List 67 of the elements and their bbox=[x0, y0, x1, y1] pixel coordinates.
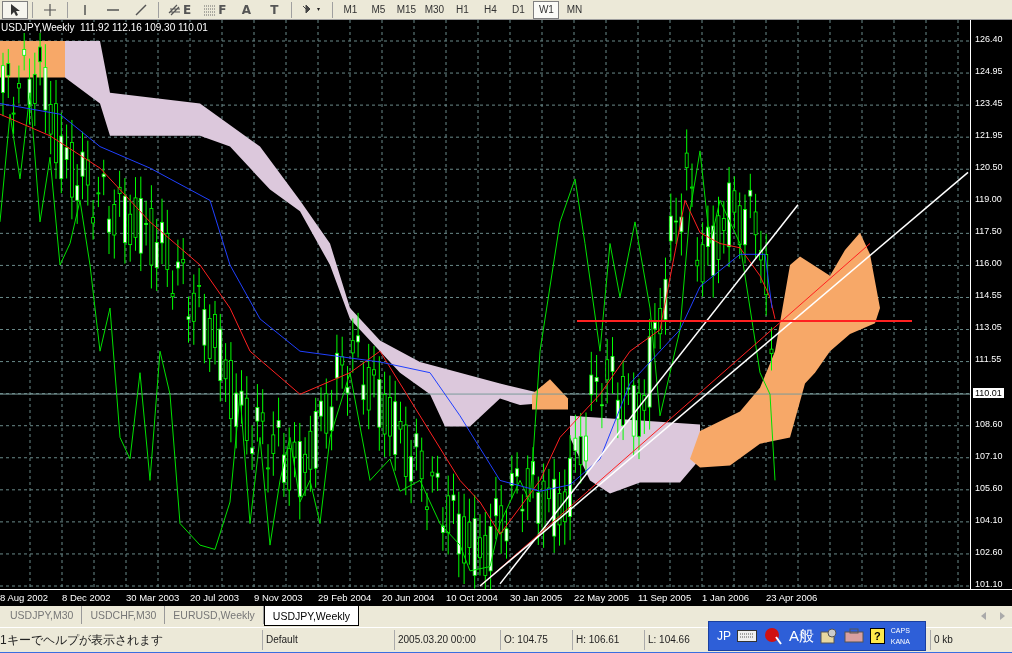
fibonacci-lines-icon bbox=[203, 2, 218, 17]
language-button[interactable]: JP bbox=[717, 629, 731, 643]
fibo-tool-button[interactable]: F bbox=[198, 0, 232, 19]
date-axis-label: 20 Jun 2004 bbox=[382, 591, 436, 605]
input-mode-button[interactable]: A般 bbox=[789, 626, 815, 646]
chart-tab[interactable]: USDCHF,M30 bbox=[82, 606, 166, 624]
current-price-label: 110.01 bbox=[973, 388, 1004, 398]
channel-icon bbox=[168, 2, 182, 17]
cursor-arrow-icon bbox=[8, 2, 22, 17]
timeframe-button[interactable]: D1 bbox=[505, 0, 532, 19]
date-axis-label: 8 Aug 2002 bbox=[0, 591, 50, 605]
help-button[interactable]: ? bbox=[870, 628, 885, 644]
timeframe-button[interactable]: MN bbox=[561, 0, 588, 19]
chart-tab[interactable]: USDJPY,M30 bbox=[2, 606, 83, 624]
cursor-tool-button[interactable] bbox=[2, 0, 28, 19]
horizontal-line-icon bbox=[106, 8, 120, 11]
keyboard-icon bbox=[737, 630, 757, 642]
date-axis-label: 20 Jul 2003 bbox=[190, 591, 241, 605]
price-axis-label: 119.00 bbox=[975, 194, 1003, 205]
price-axis-label: 107.10 bbox=[975, 450, 1004, 461]
timeframe-button[interactable]: W1 bbox=[533, 0, 560, 19]
price-axis-label: 126.40 bbox=[975, 34, 1004, 44]
help-hint-text: 1キーでヘルプが表示されます bbox=[0, 631, 164, 649]
price-axis-label: 123.45 bbox=[975, 98, 1004, 109]
price-axis-label: 102.60 bbox=[975, 546, 1004, 557]
timeframe-button[interactable]: M15 bbox=[393, 0, 420, 19]
trend-line-icon bbox=[134, 2, 148, 17]
chart-tab[interactable]: USDJPY,Weekly bbox=[263, 606, 360, 626]
price-axis-label: 113.05 bbox=[975, 322, 1003, 333]
date-axis-label: 9 Nov 2003 bbox=[254, 591, 304, 605]
date-axis-label: 23 Apr 2006 bbox=[766, 591, 819, 605]
price-axis-label: 124.95 bbox=[975, 66, 1004, 77]
price-axis-label: 120.50 bbox=[975, 162, 1004, 173]
date-axis-label: 10 Oct 2004 bbox=[446, 591, 499, 605]
price-axis-label: 117.50 bbox=[975, 226, 1003, 237]
date-axis-label: 11 Sep 2005 bbox=[638, 591, 693, 605]
date-axis-label: 29 Feb 2004 bbox=[318, 591, 373, 605]
crosshair-icon bbox=[43, 2, 57, 17]
chart-tab[interactable]: EURUSD,Weekly bbox=[165, 606, 264, 624]
price-axis-label: 111.55 bbox=[975, 354, 1003, 365]
date-axis-label: 8 Dec 2002 bbox=[62, 591, 112, 605]
date-axis-label: 30 Jan 2005 bbox=[510, 591, 564, 605]
chart-symbol-label: USDJPY,Weekly 111.92 112.16 109.30 110.01 bbox=[1, 22, 208, 33]
open-price: O: 104.75 bbox=[500, 630, 572, 650]
bar-time: 2005.03.20 00:00 bbox=[394, 630, 500, 650]
price-axis-label: 104.10 bbox=[975, 514, 1004, 525]
date-axis-label: 22 May 2005 bbox=[574, 591, 630, 605]
price-axis-label: 116.00 bbox=[975, 258, 1003, 269]
price-axis-label: 108.60 bbox=[975, 418, 1004, 429]
profile-name: Default bbox=[262, 630, 394, 650]
timeframe-button[interactable]: H1 bbox=[449, 0, 476, 19]
price-axis-label: 121.95 bbox=[975, 130, 1004, 141]
timeframe-button[interactable]: M5 bbox=[365, 0, 392, 19]
price-axis-label: 114.55 bbox=[975, 290, 1003, 301]
timeframe-button[interactable]: M30 bbox=[421, 0, 448, 19]
channel-tool-button[interactable]: E bbox=[163, 0, 197, 19]
high-price: H: 106.61 bbox=[572, 630, 644, 650]
price-axis-label: 101.10 bbox=[975, 578, 1004, 589]
toolbox-icon bbox=[844, 628, 865, 644]
text-tool-button[interactable]: A bbox=[233, 0, 260, 19]
date-axis-label: 1 Jan 2006 bbox=[702, 591, 750, 605]
date-axis-label: 30 Mar 2003 bbox=[126, 591, 181, 605]
label-tool-button[interactable]: T bbox=[261, 0, 288, 19]
traffic-text: 0 kb bbox=[930, 630, 1012, 650]
price-axis-label: 105.60 bbox=[975, 482, 1004, 493]
timeframe-button[interactable]: H4 bbox=[477, 0, 504, 19]
timeframe-button[interactable]: M1 bbox=[337, 0, 364, 19]
